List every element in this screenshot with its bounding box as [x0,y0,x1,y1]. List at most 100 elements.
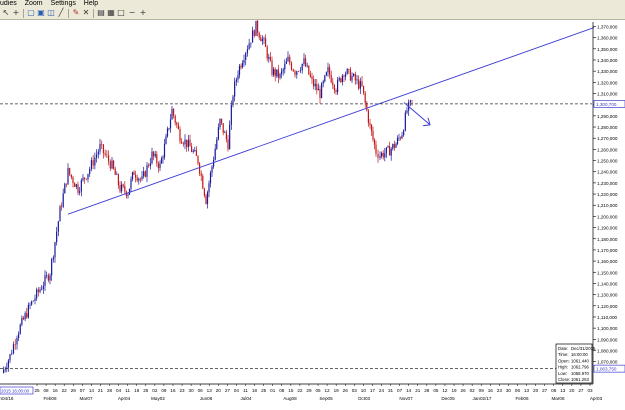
minus-icon[interactable]: − [128,9,136,17]
time-tick-label: 14 [406,388,412,393]
candle-body [176,122,178,125]
candle-body [149,163,151,167]
candle-body [95,154,98,158]
time-tick-label: 12 [325,388,331,393]
candle-body [246,49,249,54]
candle-body [166,128,169,137]
time-tick-label: 21 [415,388,421,393]
price-chart[interactable]: 1,370,000 1,360,000 1,350,000 1,340,000 1,33… [0,20,625,410]
menu-settings[interactable]: Settings [51,0,76,7]
menu-studies[interactable]: udies [0,0,17,7]
properties-icon[interactable]: ▦ [107,9,115,17]
candle-body [54,242,56,258]
candle-body [253,30,255,36]
pan-icon[interactable]: ◫ [47,9,55,17]
candle-body [392,144,394,149]
candle-body [109,161,111,169]
time-tick-label: 03 [587,388,593,393]
candle-body [7,360,9,368]
candle-body [257,20,259,33]
price-tick-label: 1,170,000 [597,248,618,253]
candle-body [206,192,209,204]
cursor-icon[interactable]: ↖ [2,9,10,17]
ohlc-field-value: 1061.253 [571,377,590,382]
candle-body [258,32,260,38]
candle-body [151,151,153,164]
candle-body [47,275,49,281]
select-icon[interactable]: ▢ [27,9,35,17]
candle-body [319,88,321,99]
candle-body [377,153,379,158]
candle-body [168,128,170,129]
time-month-label: Jun06 [200,396,213,401]
candle-body [396,138,399,144]
candle-body [219,118,221,128]
candle-body [22,317,25,320]
plus-icon[interactable]: + [139,9,147,17]
time-tick-label: 20 [533,388,539,393]
candle-body [157,163,159,169]
candle-body [369,123,371,125]
time-tick-label: 22 [297,388,303,393]
eraser-icon[interactable]: ✕ [82,9,90,17]
candle-body [401,135,403,139]
candle-body [89,168,91,174]
candle-body [67,168,69,185]
candle-body [343,75,345,77]
zoom-icon[interactable]: ▣ [37,9,45,17]
time-tick-label: 27 [578,388,584,393]
candle-body [250,42,252,44]
menu-help[interactable]: Help [84,0,98,7]
crosshair-icon[interactable]: + [12,9,20,17]
candle-body [61,206,63,207]
candle-body [211,166,213,173]
candle-body [393,144,395,148]
time-tick-label: 28 [424,388,430,393]
time-tick-label: 05 [315,388,321,393]
candle-body [316,83,318,91]
candle-body [385,147,387,154]
candle-body [124,186,126,192]
candle-body [353,73,355,76]
time-tick-label: 06 [198,388,204,393]
candle-body [36,289,38,299]
time-month-label: Mar07 [79,396,92,401]
candle-body [311,76,313,80]
candle-body [217,127,219,140]
candle-body [79,191,81,193]
candle-body [179,129,181,142]
candle-body [221,118,223,124]
window-icon[interactable]: □ [117,9,125,17]
ohlc-field-label: Date: [558,346,568,351]
candle-body [214,148,216,160]
candle-body [46,275,48,276]
price-tick-label: 1,150,000 [597,270,618,275]
time-month-label: Apr04 [118,396,131,401]
price-tick-label: 1,240,000 [597,170,618,175]
time-month-label: Jan02/17 [473,396,492,401]
candle-body [261,39,263,42]
print-icon[interactable]: ▤ [97,9,105,17]
menu-zoom[interactable]: Zoom [25,0,43,7]
ohlc-field-label: High: [558,365,568,370]
candle-body [367,110,369,124]
candle-body [305,58,307,67]
candle-body [379,156,381,158]
candle-body [77,184,79,193]
candle-body [345,73,347,77]
candle-body [146,165,148,177]
time-month-label: Apr03 [590,396,603,401]
candle-body [313,79,315,87]
time-tick-label: 09 [479,388,485,393]
candle-body [260,37,262,42]
ohlc-field-value: 1058.970 [571,371,590,376]
candle-body [57,221,59,232]
pencil-icon[interactable]: ✎ [72,9,80,17]
candle-body [133,172,135,175]
candle-body [9,354,11,361]
trendline-icon[interactable]: ╱ [57,9,65,17]
time-tick-label: 14 [89,388,95,393]
candle-body [314,83,316,87]
candle-body [192,151,194,152]
candle-body [27,304,29,318]
